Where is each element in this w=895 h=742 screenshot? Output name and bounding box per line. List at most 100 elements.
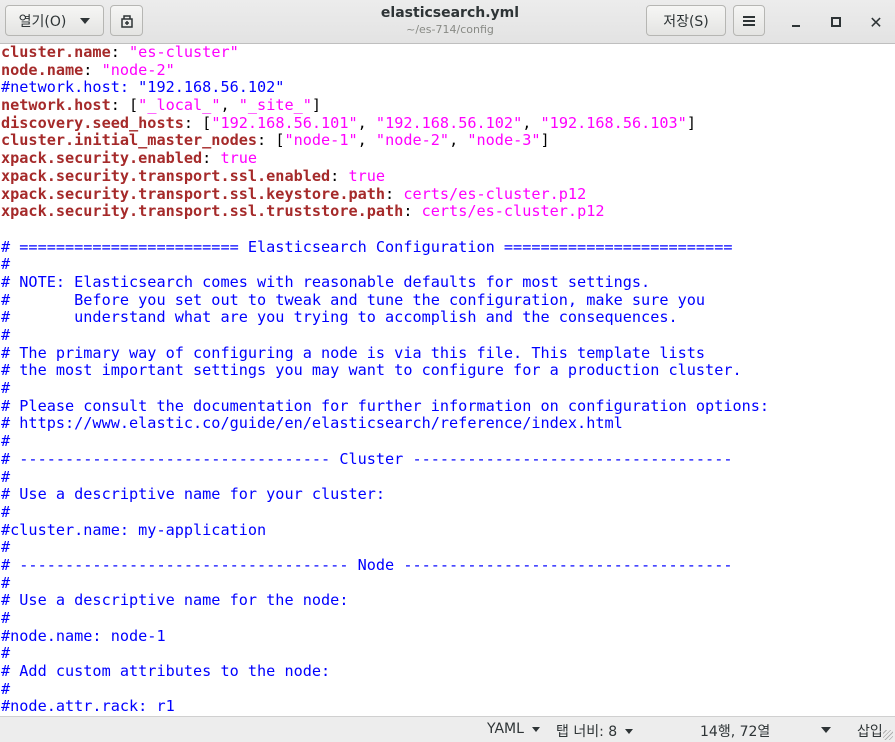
code-token: # (1, 609, 11, 627)
code-token: : [ (110, 96, 139, 115)
code-line: # (0, 326, 895, 345)
code-line: cluster.name: "es-cluster" (0, 44, 895, 62)
code-token: true (220, 149, 258, 168)
code-line: # (0, 502, 895, 522)
code-token: xpack.security.enabled (1, 149, 203, 168)
chevron-down-icon (531, 726, 540, 732)
code-token: #network.host: "192.168.56.102" (1, 78, 285, 97)
code-token: # (1, 379, 11, 398)
cursor-position[interactable]: 14행, 72열 (700, 721, 770, 741)
code-token: xpack.security.transport.ssl.truststore.… (1, 202, 404, 221)
code-line: # (0, 574, 895, 593)
code-token: xpack.security.transport.ssl.keystore.pa… (1, 184, 386, 203)
chevron-down-icon (80, 17, 91, 24)
code-line: # Before you set out to tweak and tune t… (0, 291, 895, 310)
code-line: # https://www.elastic.co/guide/en/elasti… (0, 415, 895, 433)
code-token: #cluster.name: my-application (1, 520, 267, 539)
code-token: # Add custom attributes to the node: (1, 662, 331, 681)
minimize-icon[interactable] (786, 12, 806, 32)
code-token: # (1, 644, 11, 663)
code-line: discovery.seed_hosts: ["192.168.56.101",… (0, 113, 895, 133)
code-line: cluster.initial_master_nodes: ["node-1",… (0, 132, 895, 150)
code-line: # (0, 255, 895, 274)
code-token: xpack.security.transport.ssl.enabled (1, 166, 331, 185)
header-bar: 열기(O) elasticsearch.yml ~/es-714/config … (0, 0, 895, 44)
code-token: , (522, 113, 541, 132)
code-token: network.host (1, 96, 111, 115)
code-token: # ---------------------------------- Clu… (1, 449, 733, 468)
code-line: # (0, 379, 895, 398)
code-token: # The primary way of configuring a node … (1, 343, 706, 362)
code-token: certs/es-cluster.p12 (403, 184, 587, 203)
code-token: #node.name: node-1 (1, 626, 166, 645)
code-token: "192.168.56.103" (540, 113, 687, 132)
code-line: #node.attr.rack: r1 (0, 698, 895, 716)
code-token: ] (540, 131, 550, 150)
chevron-down-icon[interactable] (821, 727, 831, 733)
code-token: , (357, 113, 376, 132)
code-token: : (83, 60, 102, 79)
code-token: cluster.initial_master_nodes (1, 131, 258, 150)
code-line: # the most important settings you may wa… (0, 362, 895, 380)
code-line: # ======================== Elasticsearch… (0, 237, 895, 257)
new-document-icon (120, 14, 133, 28)
code-line: # understand what are you trying to acco… (0, 308, 895, 327)
code-line: # Use a descriptive name for your cluste… (0, 485, 895, 504)
code-token: # ------------------------------------ N… (1, 555, 733, 574)
code-line: xpack.security.transport.ssl.enabled: tr… (0, 166, 895, 186)
code-line: network.host: ["_local_", "_site_"] (0, 96, 895, 115)
code-token: #node.attr.rack: r1 (1, 697, 175, 716)
code-token: node.name (1, 60, 84, 79)
code-line: # Please consult the documentation for f… (0, 397, 895, 416)
code-line: xpack.security.transport.ssl.keystore.pa… (0, 184, 895, 204)
code-token: "192.168.56.101" (211, 113, 358, 132)
code-token: # the most important settings you may wa… (1, 361, 742, 380)
maximize-icon[interactable] (826, 12, 846, 32)
status-bar: YAML 탭 너비: 8 14행, 72열 삽입 (0, 716, 895, 742)
language-selector[interactable]: YAML (487, 721, 540, 737)
code-line: # (0, 432, 895, 451)
chevron-down-icon (625, 728, 634, 734)
code-token: : (385, 184, 404, 203)
code-token: # (1, 502, 11, 521)
code-line: # NOTE: Elasticsearch comes with reasona… (0, 273, 895, 292)
tab-width-selector[interactable]: 탭 너비: 8 (556, 721, 634, 741)
tab-width-label: 탭 너비: 8 (556, 724, 618, 740)
code-line: # ------------------------------------ N… (0, 555, 895, 575)
code-line: xpack.security.transport.ssl.truststore.… (0, 202, 895, 221)
cursor-position-label: 14행, 72열 (700, 724, 771, 740)
code-token: "node-1" (284, 131, 358, 150)
open-button-label: 열기(O) (18, 13, 67, 30)
code-token: # ======================== Elasticsearch… (1, 237, 733, 256)
menu-button[interactable] (733, 5, 765, 36)
code-token: # https://www.elastic.co/guide/en/elasti… (1, 414, 623, 433)
code-token: ] (311, 96, 322, 115)
code-token: cluster.name (1, 44, 111, 61)
code-line: #cluster.name: my-application (0, 520, 895, 540)
code-line: # (0, 468, 895, 487)
resize-grip-icon[interactable] (883, 730, 893, 740)
code-token: : (403, 202, 422, 221)
code-token: # (1, 679, 11, 698)
code-line: # (0, 538, 895, 557)
code-token: , (220, 96, 239, 115)
code-token: : [ (183, 113, 212, 132)
hamburger-menu-icon (743, 15, 755, 26)
open-button[interactable]: 열기(O) (5, 5, 104, 36)
save-button[interactable]: 저장(S) (646, 5, 726, 36)
code-line: # (0, 679, 895, 699)
code-token: "es-cluster" (129, 44, 239, 61)
text-editor[interactable]: cluster.name: "es-cluster" node.name: "no… (0, 44, 895, 716)
language-label: YAML (487, 721, 524, 737)
code-line: # (0, 609, 895, 628)
code-token: , (357, 131, 376, 150)
close-icon[interactable]: ✕ (866, 12, 886, 32)
code-line: #node.name: node-1 (0, 626, 895, 646)
code-line: # Add custom attributes to the node: (0, 662, 895, 681)
new-document-button[interactable] (110, 5, 143, 36)
code-line: # ---------------------------------- Clu… (0, 449, 895, 469)
code-token: : (202, 149, 221, 168)
code-token: "node-2" (101, 60, 175, 79)
code-token: "192.168.56.102" (375, 113, 523, 132)
